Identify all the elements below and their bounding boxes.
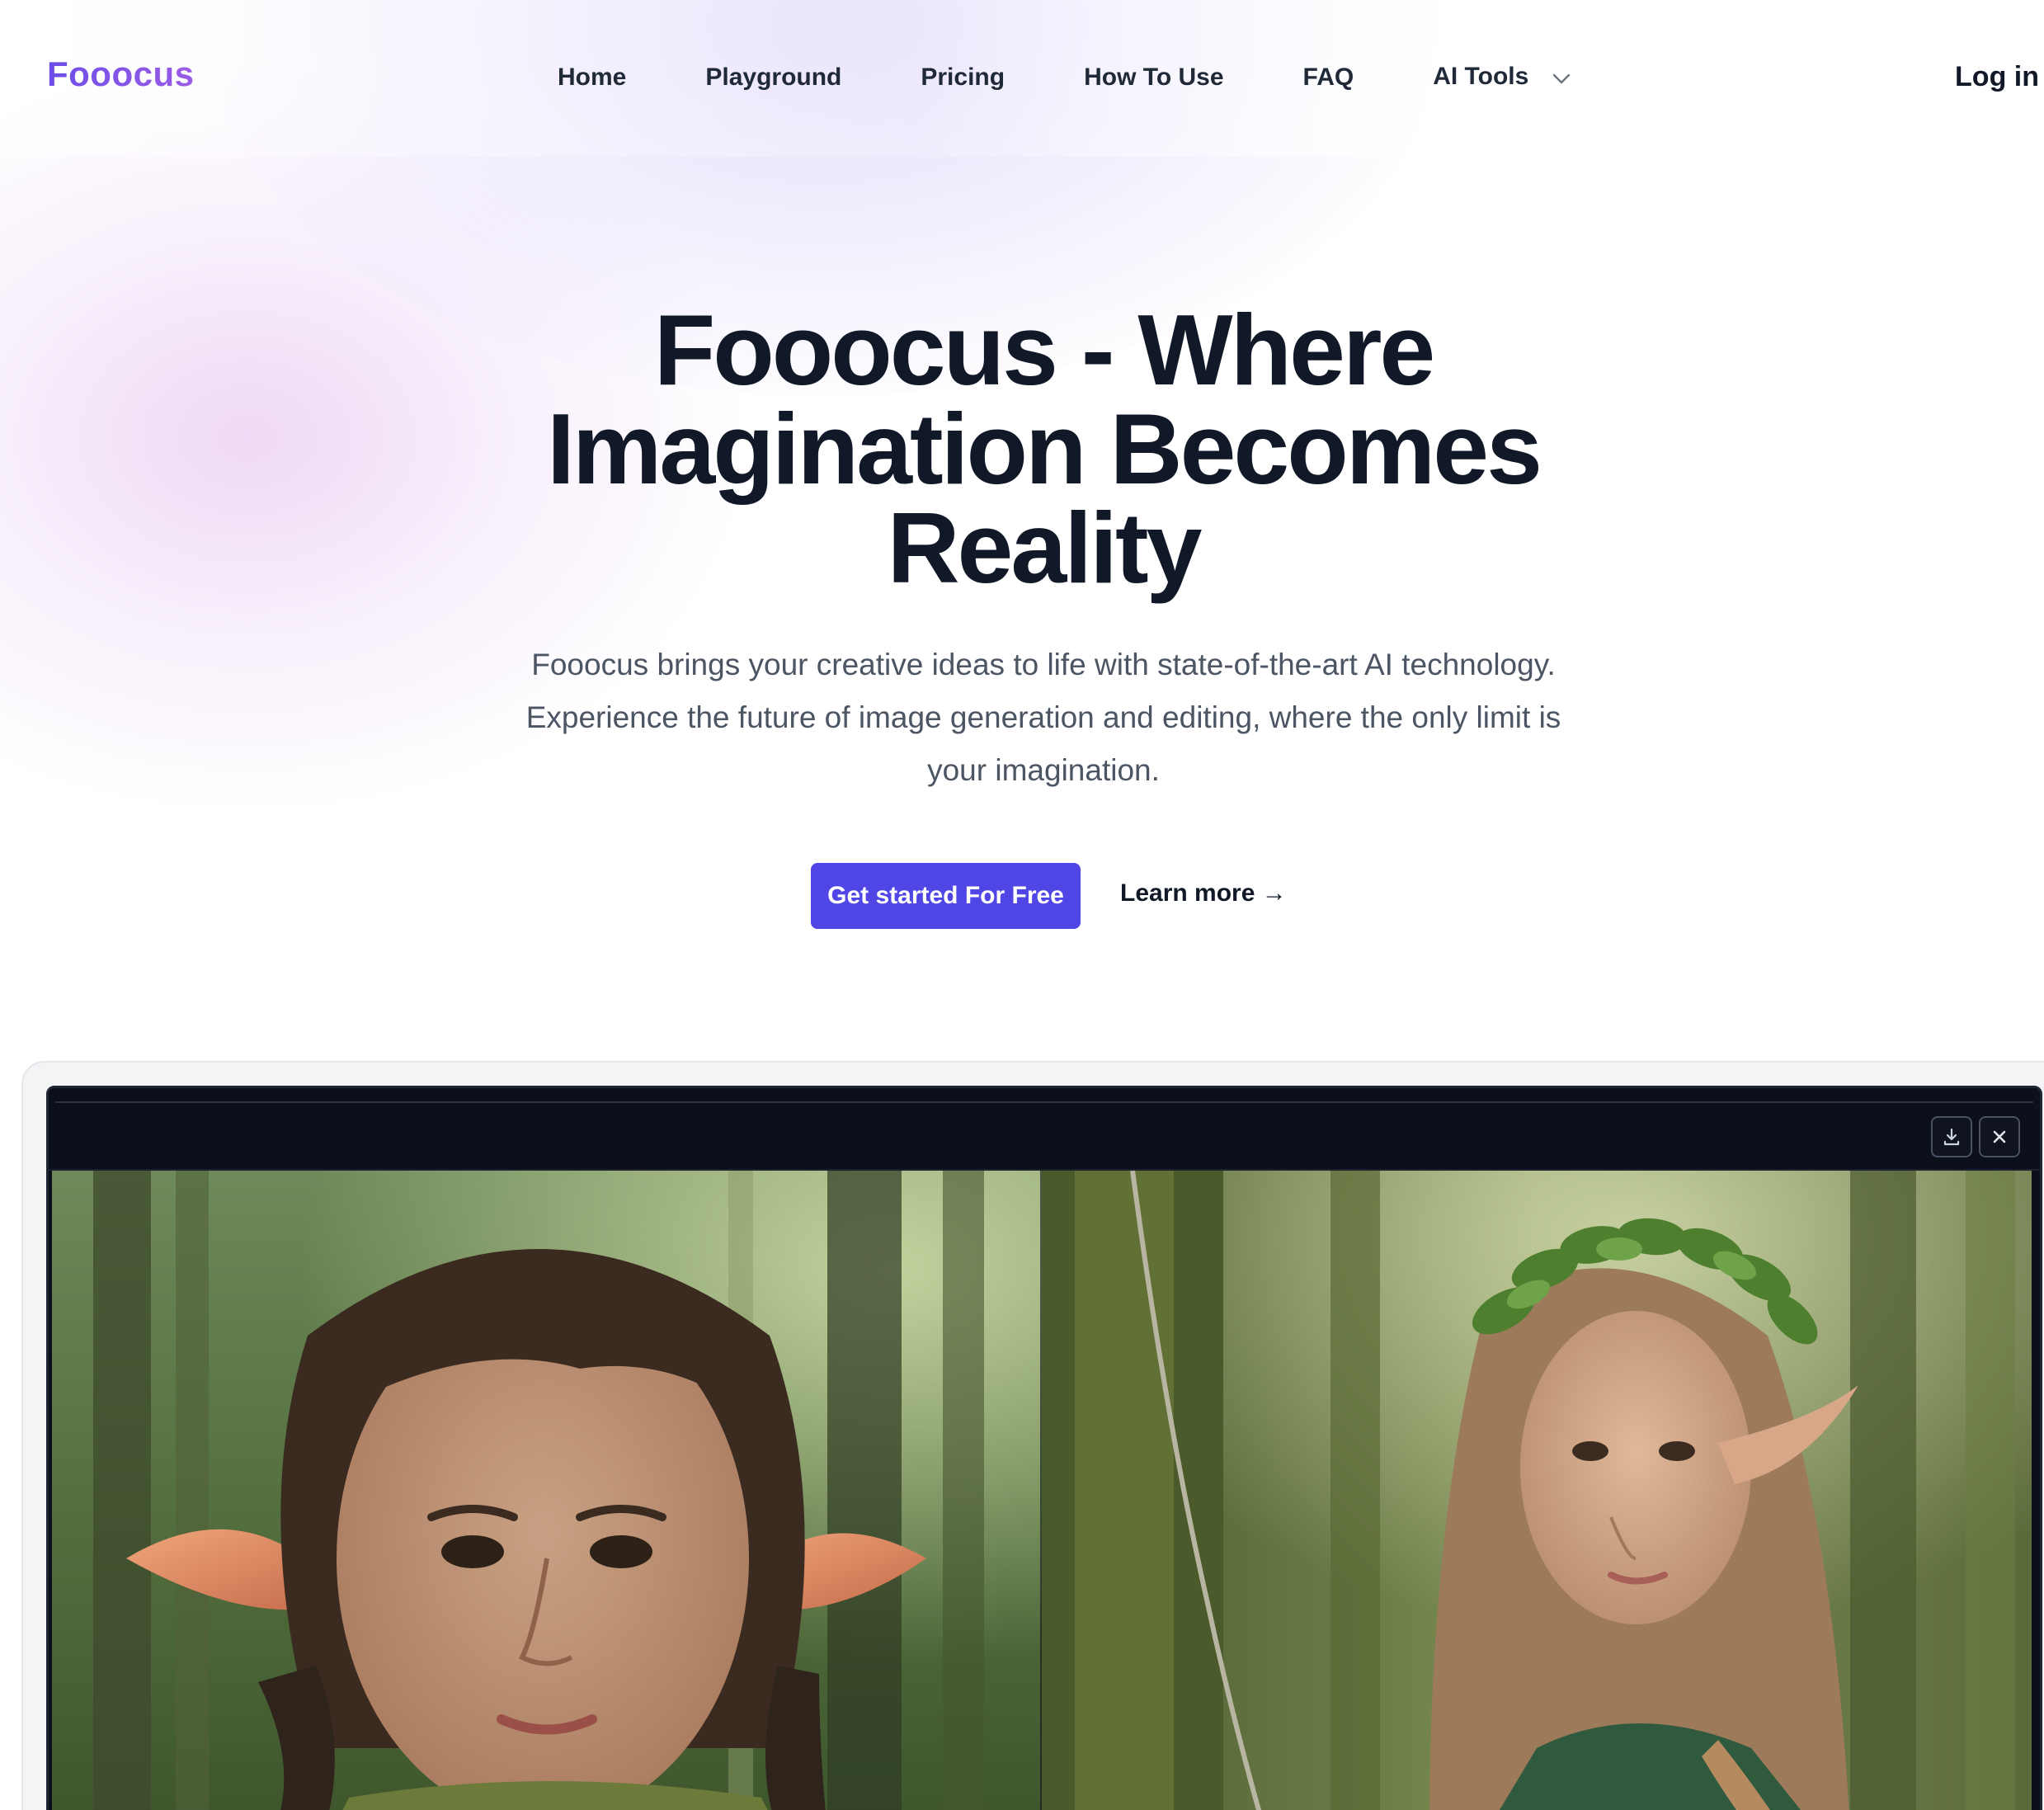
login-link[interactable]: Log in [1955,61,2039,93]
top-navigation: Fooocus Home Playground Pricing How To U… [0,0,2044,157]
learn-more-link[interactable]: Learn more → [1120,879,1287,907]
close-icon[interactable] [1979,1116,2020,1157]
brand-logo[interactable]: Fooocus [47,54,195,94]
hero-subtitle: Fooocus brings your creative ideas to li… [462,639,1625,797]
preview-app-window [46,1086,2042,1810]
nav-link-playground[interactable]: Playground [705,64,841,92]
hero-subtitle-line: Fooocus brings your creative ideas to li… [531,648,1556,681]
hero-title-line: Reality [887,492,1202,604]
nav-dropdown-ai-tools[interactable]: AI Tools [1433,63,1570,92]
preview-toolbar [49,1088,2040,1171]
nav-link-home[interactable]: Home [558,64,626,92]
generated-image-right[interactable] [1042,1171,2032,1810]
chevron-down-icon [1552,64,1571,92]
nav-links: Home Playground Pricing How To Use FAQ A… [558,63,1571,92]
hero-subtitle-line: your imagination. [927,753,1160,787]
landing-page: Fooocus Home Playground Pricing How To U… [0,0,2044,1810]
download-icon[interactable] [1931,1116,1972,1157]
nav-link-how-to-use[interactable]: How To Use [1084,64,1223,92]
hero-title-line: Fooocus - Where [653,294,1436,406]
nav-link-pricing[interactable]: Pricing [921,64,1005,92]
generated-image-left[interactable] [52,1171,1042,1810]
nav-dropdown-label: AI Tools [1433,63,1529,90]
hero-title-line: Imagination Becomes [547,393,1542,505]
hero-title: Fooocus - Where Imagination Becomes Real… [412,294,1674,604]
get-started-button[interactable]: Get started For Free [811,863,1081,929]
toolbar-divider [55,1101,2033,1103]
nav-link-faq[interactable]: FAQ [1303,64,1354,92]
hero-subtitle-line: Experience the future of image generatio… [525,700,1561,734]
